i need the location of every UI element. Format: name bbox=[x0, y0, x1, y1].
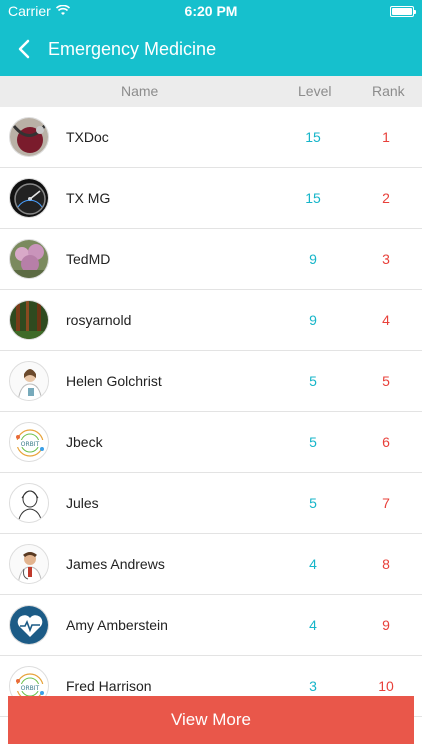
avatar bbox=[9, 605, 49, 645]
row-rank: 4 bbox=[382, 312, 390, 328]
row-rank: 3 bbox=[382, 251, 390, 267]
row-name: TXDoc bbox=[66, 129, 109, 145]
avatar bbox=[9, 239, 49, 279]
avatar: ORBIT bbox=[9, 422, 49, 462]
row-rank: 8 bbox=[382, 556, 390, 572]
avatar bbox=[9, 178, 49, 218]
avatar bbox=[9, 300, 49, 340]
row-name: Jbeck bbox=[66, 434, 103, 450]
row-level: 4 bbox=[309, 556, 317, 572]
chevron-left-icon bbox=[18, 39, 30, 59]
header-name: Name bbox=[121, 83, 159, 99]
table-header: Name Level Rank bbox=[0, 76, 422, 107]
row-rank: 6 bbox=[382, 434, 390, 450]
table-row[interactable]: Amy Amberstein 4 9 bbox=[0, 595, 422, 656]
back-button[interactable] bbox=[2, 22, 46, 76]
table-row[interactable]: rosyarnold 9 4 bbox=[0, 290, 422, 351]
header-rank: Rank bbox=[372, 83, 405, 99]
table-row[interactable]: TedMD 9 3 bbox=[0, 229, 422, 290]
nav-bar: Emergency Medicine bbox=[0, 22, 422, 76]
carrier-label: Carrier bbox=[8, 3, 51, 19]
row-name: TedMD bbox=[66, 251, 111, 267]
avatar bbox=[9, 544, 49, 584]
row-rank: 7 bbox=[382, 495, 390, 511]
status-left: Carrier bbox=[8, 3, 70, 19]
row-level: 9 bbox=[309, 251, 317, 267]
row-name: Jules bbox=[66, 495, 99, 511]
row-rank: 1 bbox=[382, 129, 390, 145]
page-title: Emergency Medicine bbox=[48, 38, 217, 59]
table-row[interactable]: ORBIT Jbeck 5 6 bbox=[0, 412, 422, 473]
row-name: James Andrews bbox=[66, 556, 165, 572]
row-rank: 9 bbox=[382, 617, 390, 633]
table-row[interactable]: Jules 5 7 bbox=[0, 473, 422, 534]
avatar bbox=[9, 361, 49, 401]
row-level: 5 bbox=[309, 373, 317, 389]
avatar bbox=[9, 483, 49, 523]
row-name: Amy Amberstein bbox=[66, 617, 168, 633]
svg-text:ORBIT: ORBIT bbox=[21, 685, 40, 692]
row-level: 5 bbox=[309, 434, 317, 450]
row-rank: 2 bbox=[382, 190, 390, 206]
row-rank: 5 bbox=[382, 373, 390, 389]
avatar bbox=[9, 117, 49, 157]
view-more-button[interactable]: View More bbox=[8, 696, 414, 744]
header-level: Level bbox=[298, 83, 332, 99]
table-row[interactable]: James Andrews 4 8 bbox=[0, 534, 422, 595]
status-bar: Carrier 6:20 PM bbox=[0, 0, 422, 22]
table-row[interactable]: TXDoc 15 1 bbox=[0, 107, 422, 168]
row-level: 15 bbox=[305, 129, 321, 145]
row-level: 5 bbox=[309, 495, 317, 511]
wifi-icon bbox=[55, 3, 70, 19]
table-row[interactable]: TX MG 15 2 bbox=[0, 168, 422, 229]
row-level: 4 bbox=[309, 617, 317, 633]
row-name: rosyarnold bbox=[66, 312, 132, 328]
table-row[interactable]: Helen Golchrist 5 5 bbox=[0, 351, 422, 412]
svg-text:ORBIT: ORBIT bbox=[21, 441, 40, 448]
leaderboard-list: TXDoc 15 1 TX MG 15 2 TedMD 9 3 rosyarno… bbox=[0, 107, 422, 717]
battery-icon bbox=[390, 5, 416, 17]
row-level: 15 bbox=[305, 190, 321, 206]
row-name: TX MG bbox=[66, 190, 111, 206]
row-level: 9 bbox=[309, 312, 317, 328]
row-name: Helen Golchrist bbox=[66, 373, 162, 389]
